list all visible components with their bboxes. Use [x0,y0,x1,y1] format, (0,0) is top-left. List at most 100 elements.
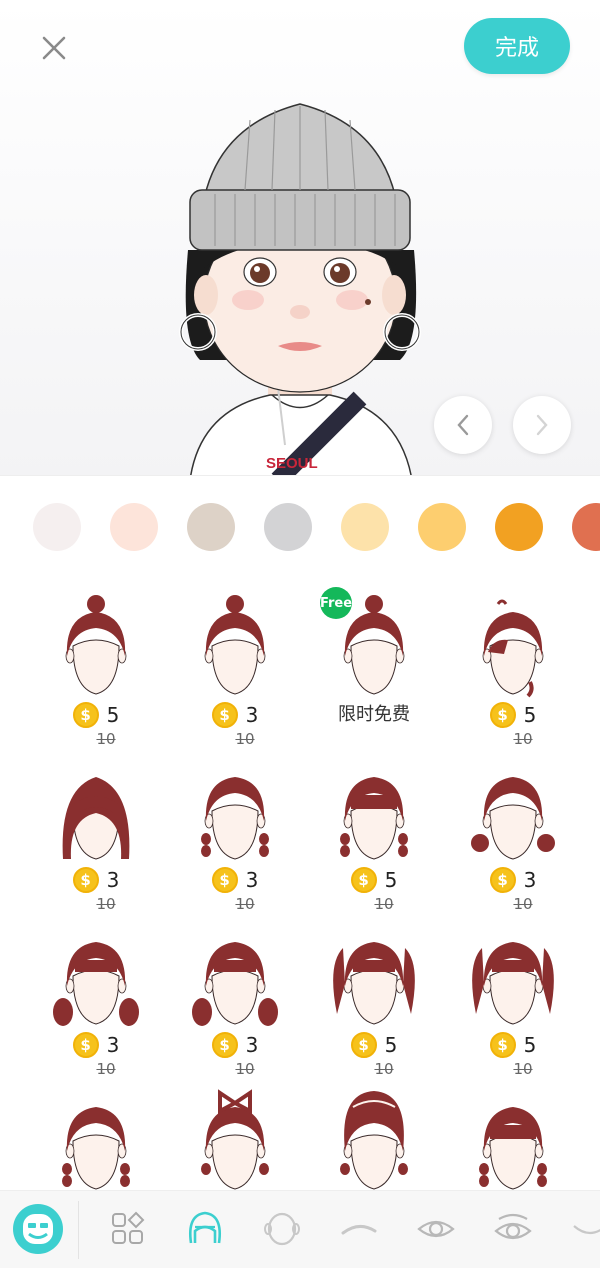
coin-icon: $ [350,1032,377,1058]
category-toolbar [0,1190,600,1268]
mouth-icon [573,1225,600,1235]
hair-icon [189,1211,221,1244]
hairstyle-grid: $5 10 $3 10 Free 限时免费 $5 10 $3 10 $3 10 $5 10 $3 10 $3 10… [0,578,600,1190]
price-value: 3 [106,1033,120,1057]
tab-eye[interactable] [404,1197,468,1261]
color-swatch[interactable] [341,503,389,551]
hairstyle-item[interactable]: $5 10 [304,908,444,1078]
price: $3 [443,865,583,895]
hairstyle-item[interactable] [304,1073,444,1190]
tab-mouth[interactable] [558,1197,600,1261]
hairstyle-thumbnail [192,942,278,1026]
hairstyle-item[interactable]: $5 10 [443,908,583,1078]
price-value: 3 [106,868,120,892]
price: $5 [304,1030,444,1060]
hairstyle-thumbnail [479,1107,547,1190]
done-button[interactable]: 完成 [464,18,570,74]
coin-icon: $ [489,702,516,728]
price: $5 [443,700,583,730]
hairstyle-item[interactable]: $3 10 [26,908,166,1078]
eyebrow-icon [341,1225,377,1235]
avatar-illustration: SEOUL [179,103,421,476]
hairstyle-item[interactable]: $3 10 [26,743,166,913]
hairstyle-thumbnail [62,777,130,860]
chevron-left-icon [457,414,469,436]
hairstyle-item[interactable]: $3 10 [165,743,305,913]
avatar-preview: 完成 SEOUL [0,0,600,476]
coin-icon: $ [489,1032,516,1058]
avatar-face-icon [23,1214,53,1244]
next-button[interactable] [513,396,571,454]
hairstyle-thumbnail [333,942,415,1025]
close-button[interactable] [34,28,74,68]
tab-avatar-face[interactable] [13,1204,63,1254]
hairstyle-item[interactable] [165,1073,305,1190]
hairstyle-item[interactable] [26,1073,166,1190]
color-swatch[interactable] [495,503,543,551]
price-value: 5 [523,1033,537,1057]
hairstyle-thumbnail [472,942,554,1025]
price-value: 3 [523,868,537,892]
color-swatch[interactable] [110,503,158,551]
shirt-text: SEOUL [266,455,318,472]
coin-icon: $ [350,867,377,893]
hairstyle-thumbnail [204,595,266,695]
tab-eyebrow[interactable] [327,1197,391,1261]
price: $3 [165,700,305,730]
eye-color-icon [494,1213,532,1240]
tab-hair[interactable] [173,1197,237,1261]
previous-button[interactable] [434,396,492,454]
price: $5 [26,700,166,730]
hairstyle-thumbnail [201,1089,269,1190]
eye-icon [417,1220,455,1238]
price: $3 [26,1030,166,1060]
chevron-right-icon [536,414,548,436]
price: $3 [165,1030,305,1060]
hairstyle-item[interactable]: $5 10 [26,578,166,748]
coin-icon: $ [211,702,238,728]
free-badge: Free [320,587,352,619]
price: $3 [165,865,305,895]
price-value: 5 [523,703,537,727]
hairstyle-thumbnail [340,1091,408,1190]
coin-icon: $ [211,867,238,893]
price-value: 3 [245,703,259,727]
hairstyle-thumbnail [65,595,127,695]
hairstyle-thumbnail [62,1107,130,1190]
hairstyle-item[interactable] [443,1073,583,1190]
tab-face-shape[interactable] [250,1197,314,1261]
hairstyle-thumbnail [53,942,139,1026]
hairstyle-thumbnail [471,777,555,860]
price-value: 5 [384,868,398,892]
hairstyle-item[interactable]: $5 10 [304,743,444,913]
toolbar-divider [78,1201,79,1259]
hairstyle-item[interactable]: Free 限时免费 [304,578,444,743]
coin-icon: $ [72,867,99,893]
tab-eye-color[interactable] [481,1197,545,1261]
price: $3 [26,865,166,895]
color-swatch[interactable] [572,503,600,551]
hairstyle-item[interactable]: $5 10 [443,578,583,748]
hairstyle-item[interactable]: $3 10 [443,743,583,913]
price-value: 3 [245,1033,259,1057]
price: $5 [304,865,444,895]
face-shape-icon [264,1212,300,1246]
coin-icon: $ [72,1032,99,1058]
price-value: 5 [384,1033,398,1057]
price: $5 [443,1030,583,1060]
hairstyle-item[interactable]: $3 10 [165,578,305,748]
hairstyle-thumbnail [201,777,269,860]
hairstyle-thumbnail [340,777,408,860]
coin-icon: $ [72,702,99,728]
hairstyle-item[interactable]: $3 10 [165,908,305,1078]
color-swatch[interactable] [187,503,235,551]
avatar-editor: 完成 SEOUL $ 5 10 $ 3 10 Free 限时免费 $ 5 10 … [0,0,600,1268]
tab-categories[interactable] [96,1197,160,1261]
price-value: 5 [106,703,120,727]
color-swatch[interactable] [418,503,466,551]
color-swatch[interactable] [264,503,312,551]
color-swatch[interactable] [33,503,81,551]
hairstyle-thumbnail [482,599,544,698]
coin-icon: $ [489,867,516,893]
free-label: 限时免费 [338,704,410,725]
